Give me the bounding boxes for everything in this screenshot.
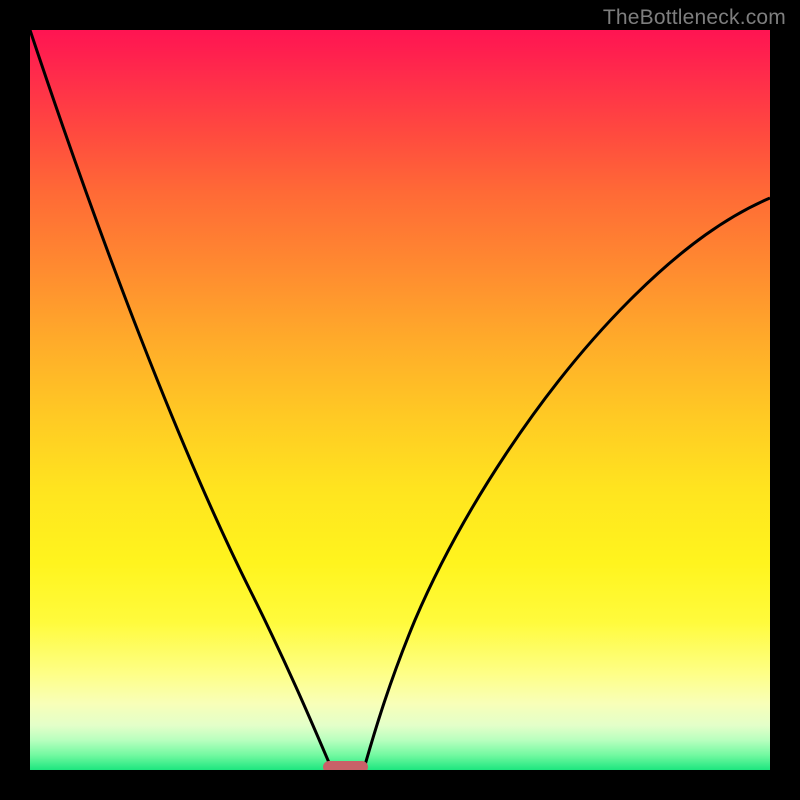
watermark-text: TheBottleneck.com (603, 6, 786, 30)
minimum-marker (323, 761, 368, 770)
chart-frame: TheBottleneck.com (0, 0, 800, 800)
plot-area (30, 30, 770, 770)
curve-layer (30, 30, 770, 770)
curve-right-arm (365, 198, 770, 765)
curve-left-arm (30, 30, 330, 765)
